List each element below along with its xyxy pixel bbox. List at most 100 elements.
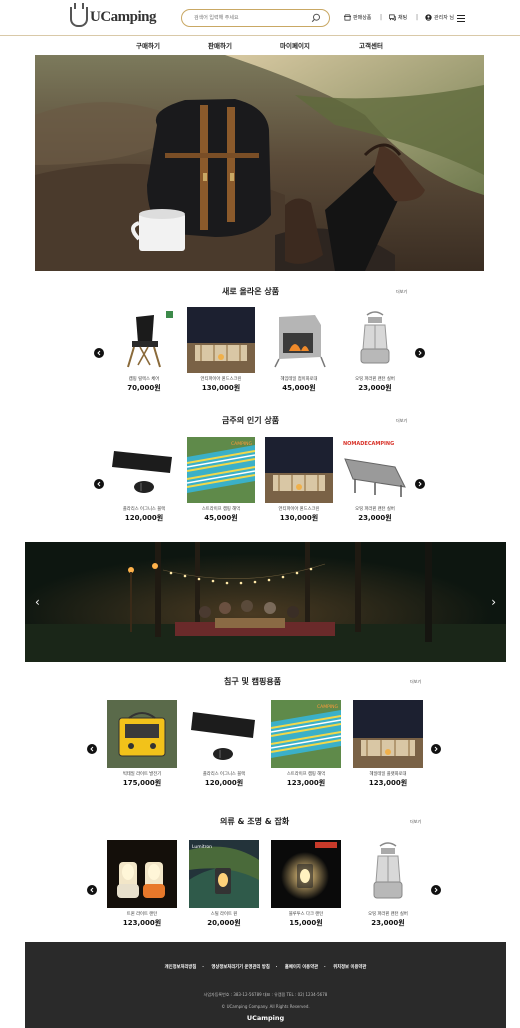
chevron-left-icon (97, 481, 101, 487)
product-price: 130,000원 (201, 384, 241, 392)
main-nav: 구매하기 판매하기 마이페이지 고객센터 (0, 36, 520, 54)
carousel-next-button[interactable] (415, 479, 425, 489)
product-image (353, 700, 423, 768)
banner-prev-arrow[interactable]: ‹ (35, 595, 40, 609)
section-title: 금주의 인기 상품 (222, 416, 280, 425)
product-name: 스트라이프 캠핑 해먹 (201, 507, 241, 512)
product-name: 언티파이아 윈드스크린 (200, 377, 242, 382)
nav-mypage[interactable]: 마이페이지 (280, 40, 310, 50)
chevron-right-icon (418, 350, 422, 356)
menu-label: 판매상품 (353, 15, 372, 21)
footer-link-privacy[interactable]: 개인정보처리방침 (165, 965, 197, 970)
search-icon[interactable] (311, 13, 321, 23)
product-card[interactable]: 헤일테일 플랫화로대 123,000원 (353, 700, 423, 788)
product-image (353, 840, 423, 908)
chat-icon (389, 14, 396, 21)
product-price: 45,000원 (204, 514, 238, 522)
nav-sell[interactable]: 판매하기 (208, 40, 232, 50)
product-price: 20,000원 (207, 919, 241, 927)
store-icon (344, 14, 351, 21)
product-image: CAMPING (271, 700, 341, 768)
promo-image (25, 542, 506, 662)
carousel-prev-button[interactable] (87, 744, 97, 754)
product-price: 120,000원 (204, 779, 244, 787)
product-name: 트윈 라이트 랜턴 (126, 912, 158, 917)
product-name: 블루투스 다크 랜턴 (288, 912, 324, 917)
product-name: 헤임테일 접이화로대 (280, 377, 318, 382)
menu-label: 관리자 님 (434, 15, 454, 21)
product-name: 플라리스 이그니스 블랙 (202, 772, 246, 777)
chevron-right-icon (434, 746, 438, 752)
chevron-left-icon (90, 746, 94, 752)
carousel-prev-button[interactable] (94, 348, 104, 358)
product-card[interactable]: 오띵 파라핀 랜턴 실버 23,000원 (353, 840, 423, 928)
product-card[interactable]: CAMPING 스트라이프 캠핑 해먹 123,000원 (271, 700, 341, 788)
footer-link-terms[interactable]: 홈페이지 이용약관 (285, 965, 318, 970)
more-link[interactable]: 더보기 (396, 418, 407, 424)
search-input[interactable] (194, 10, 309, 26)
product-name: 언티파이아 윈드스크린 (278, 507, 320, 512)
more-link[interactable]: 더보기 (410, 679, 421, 685)
product-card[interactable]: 플라리스 이그니스 블랙 120,000원 (189, 700, 259, 788)
carousel-prev-button[interactable] (94, 479, 104, 489)
chevron-left-icon (90, 887, 94, 893)
product-price: 23,000원 (358, 514, 392, 522)
logo[interactable]: UCamping (70, 3, 157, 28)
nav-customer-center[interactable]: 고객센터 (359, 40, 383, 50)
product-price: 175,000원 (122, 779, 162, 787)
product-image (110, 307, 178, 373)
nav-buy[interactable]: 구매하기 (136, 40, 160, 50)
product-card[interactable]: 언티파이아 윈드스크린 130,000원 (265, 437, 333, 523)
product-name: 오띵 파라핀 랜턴 실버 (355, 507, 395, 512)
product-image (107, 840, 177, 908)
banner-next-arrow[interactable]: › (491, 595, 496, 609)
hamburger-icon[interactable] (457, 15, 465, 22)
search-box (181, 9, 330, 27)
copyright: © UCamping Company. All Rights Reserved. (221, 1004, 310, 1009)
carousel-next-button[interactable] (431, 744, 441, 754)
chevron-left-icon (97, 350, 101, 356)
product-card[interactable]: 캠핑 릴렉스 체어 70,000원 (110, 307, 178, 393)
product-card[interactable]: NOMADECAMPING 오띵 파라핀 랜턴 실버 23,000원 (341, 437, 409, 523)
carousel-next-button[interactable] (431, 885, 441, 895)
product-price: 23,000원 (371, 919, 405, 927)
footer-link-cctv[interactable]: 영상정보처리기기 운영관리 방침 (211, 965, 269, 970)
product-image (107, 700, 177, 768)
product-price: 15,000원 (289, 919, 323, 927)
promo-banner[interactable]: ‹ › (25, 542, 506, 662)
section-title: 침구 및 캠핑용품 (224, 677, 282, 686)
product-card[interactable]: 트윈 라이트 랜턴 123,000원 (107, 840, 177, 928)
product-image: NOMADECAMPING (341, 437, 409, 503)
divider: | (380, 14, 383, 21)
product-name: 스틸 라이트 원 (210, 912, 238, 917)
more-link[interactable]: 더보기 (396, 289, 407, 295)
user-icon (425, 14, 432, 21)
product-card[interactable]: 오띵 파라핀 랜턴 실버 23,000원 (341, 307, 409, 393)
svg-text:CAMPING: CAMPING (231, 441, 253, 447)
footer-link-location[interactable]: 위치정보 이용약관 (333, 965, 366, 970)
more-link[interactable]: 더보기 (410, 819, 421, 825)
product-card[interactable]: 헤임테일 접이화로대 45,000원 (265, 307, 333, 393)
menu-chat[interactable]: 채팅 (389, 14, 407, 21)
carousel-next-button[interactable] (415, 348, 425, 358)
menu-user[interactable]: 관리자 님 (425, 14, 454, 21)
product-name: 빅테일 라이트 발전기 (122, 772, 162, 777)
product-name: 스트라이프 캠핑 해먹 (286, 772, 326, 777)
product-price: 130,000원 (279, 514, 319, 522)
product-card[interactable]: 언티파이아 윈드스크린 130,000원 (187, 307, 255, 393)
product-card[interactable]: 플라리스 이그니스 블랙 120,000원 (110, 437, 178, 523)
product-image (110, 437, 178, 503)
product-image (265, 437, 333, 503)
product-card[interactable]: 빅테일 라이트 발전기 175,000원 (107, 700, 177, 788)
product-card[interactable]: Lumitron 스틸 라이트 원 20,000원 (189, 840, 259, 928)
product-card[interactable]: CAMPING 스트라이프 캠핑 해먹 45,000원 (187, 437, 255, 523)
product-card[interactable]: 블루투스 다크 랜턴 15,000원 (271, 840, 341, 928)
menu-sell-products[interactable]: 판매상품 (344, 14, 371, 21)
footer-links: 개인정보처리방침 · 영상정보처리기기 운영관리 방침 · 홈페이지 이용약관 · 위… (164, 965, 367, 970)
hero-banner[interactable] (35, 55, 484, 271)
product-price: 123,000원 (368, 779, 408, 787)
menu-label: 채팅 (398, 15, 408, 21)
carousel-prev-button[interactable] (87, 885, 97, 895)
divider: | (416, 14, 419, 21)
product-price: 120,000원 (124, 514, 164, 522)
